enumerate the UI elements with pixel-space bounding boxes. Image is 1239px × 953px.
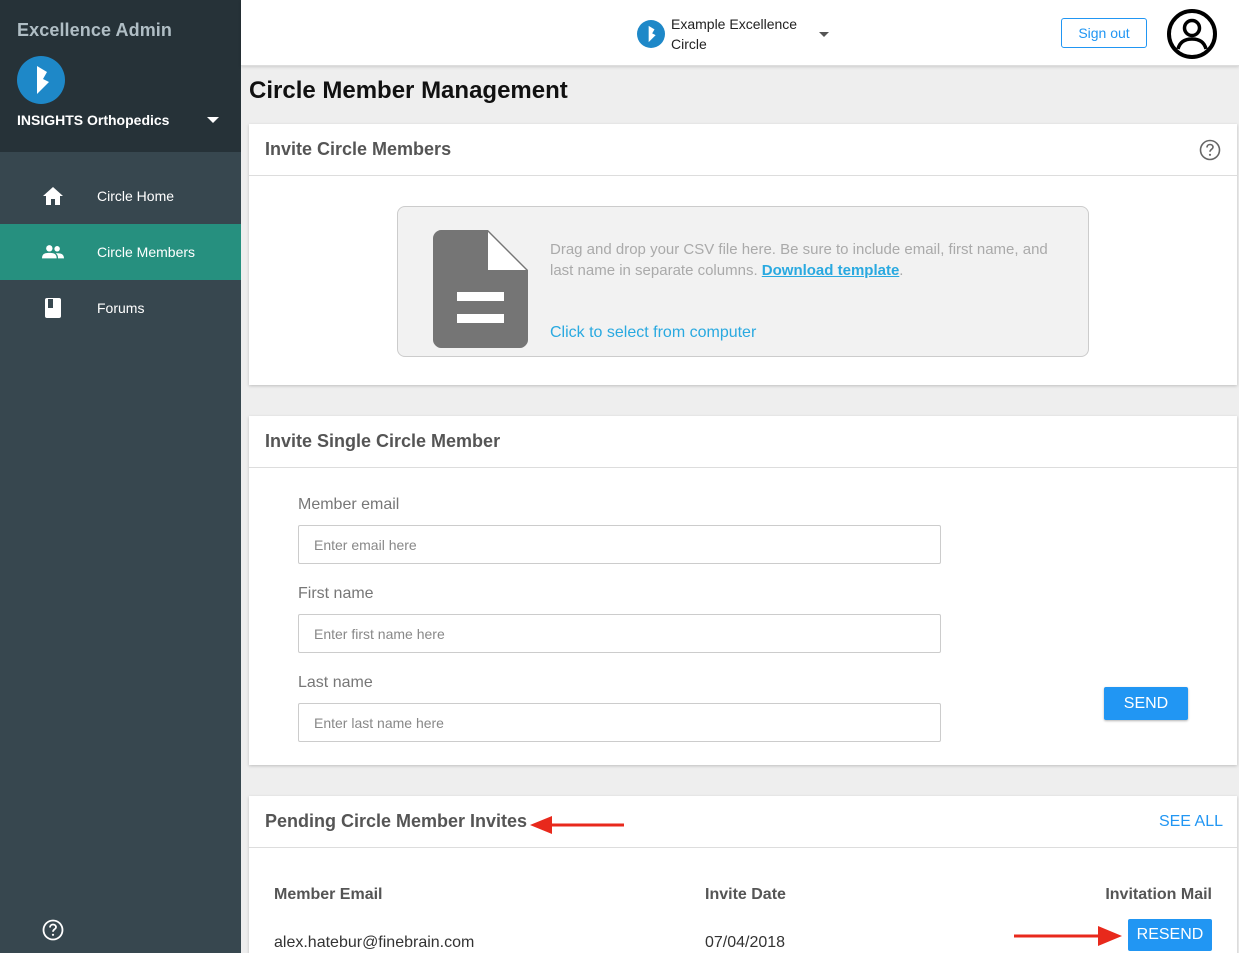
card-header: Invite Single Circle Member — [249, 416, 1237, 468]
sidebar-item-label: Forums — [97, 300, 145, 316]
first-name-field[interactable] — [298, 614, 941, 653]
last-name-label: Last name — [298, 674, 373, 691]
resend-button[interactable]: RESEND — [1128, 919, 1212, 951]
email-field[interactable] — [298, 525, 941, 564]
last-name-field[interactable] — [298, 703, 941, 742]
chevron-down-icon — [819, 31, 829, 37]
column-header-date: Invite Date — [705, 886, 786, 903]
download-template-link[interactable]: Download template — [762, 262, 900, 279]
page-title: Circle Member Management — [249, 77, 568, 104]
brand-logo — [17, 56, 65, 104]
card-header: Pending Circle Member Invites SEE ALL — [249, 796, 1237, 848]
sign-out-button[interactable]: Sign out — [1061, 18, 1147, 48]
sidebar: Excellence Admin INSIGHTS Orthopedics Ci… — [0, 0, 241, 953]
top-bar: Example Excellence Circle Sign out — [241, 0, 1239, 66]
annotation-arrow-icon — [1014, 926, 1122, 946]
org-switcher[interactable]: INSIGHTS Orthopedics — [17, 112, 219, 128]
app-title: Excellence Admin — [17, 20, 172, 40]
card-title: Invite Single Circle Member — [265, 431, 501, 451]
sidebar-item-label: Circle Members — [97, 244, 196, 260]
invite-form: Member email First name Last name — [298, 496, 941, 763]
account-circle-icon[interactable] — [1167, 9, 1217, 59]
csv-dropzone[interactable]: Drag and drop your CSV file here. Be sur… — [397, 206, 1089, 357]
column-header-email: Member Email — [274, 886, 383, 903]
book-icon — [42, 297, 64, 319]
sidebar-item-label: Circle Home — [97, 188, 175, 204]
sidebar-item-circle-members[interactable]: Circle Members — [0, 224, 241, 280]
sidebar-header: Excellence Admin INSIGHTS Orthopedics — [0, 0, 241, 152]
dropzone-instructions: Drag and drop your CSV file here. Be sur… — [550, 239, 1075, 281]
org-name: INSIGHTS Orthopedics — [17, 112, 170, 128]
invite-bulk-card: Invite Circle Members Drag and drop your… — [249, 124, 1237, 385]
invite-single-card: Invite Single Circle Member Member email… — [249, 416, 1237, 765]
see-all-link[interactable]: SEE ALL — [1159, 813, 1223, 831]
chevron-down-icon — [207, 117, 219, 123]
circle-name: Example Excellence Circle — [671, 16, 798, 52]
row-date: 07/04/2018 — [705, 934, 786, 951]
help-icon[interactable] — [1199, 139, 1221, 161]
table-header: Member Email Invite Date Invitation Mail — [249, 886, 1237, 906]
annotation-arrow-icon — [530, 816, 624, 834]
sidebar-nav: Circle Home Circle Members Forums — [0, 168, 241, 336]
sidebar-item-circle-home[interactable]: Circle Home — [0, 168, 241, 224]
home-icon — [42, 185, 64, 207]
circle-logo — [637, 20, 665, 48]
circle-switcher[interactable]: Example Excellence Circle — [637, 14, 829, 54]
send-button[interactable]: SEND — [1104, 687, 1188, 720]
card-title: Invite Circle Members — [265, 139, 452, 159]
sidebar-item-forums[interactable]: Forums — [0, 280, 241, 336]
first-name-label: First name — [298, 585, 374, 602]
column-header-mail: Invitation Mail — [1105, 886, 1212, 903]
card-title: Pending Circle Member Invites — [265, 811, 528, 831]
file-document-icon — [433, 230, 528, 348]
select-file-link[interactable]: Click to select from computer — [550, 324, 756, 342]
help-icon[interactable] — [42, 919, 64, 941]
people-icon — [42, 241, 64, 263]
card-header: Invite Circle Members — [249, 124, 1237, 176]
email-label: Member email — [298, 496, 400, 513]
dropzone-suffix: . — [899, 262, 904, 279]
row-email: alex.hatebur@finebrain.com — [274, 934, 475, 951]
